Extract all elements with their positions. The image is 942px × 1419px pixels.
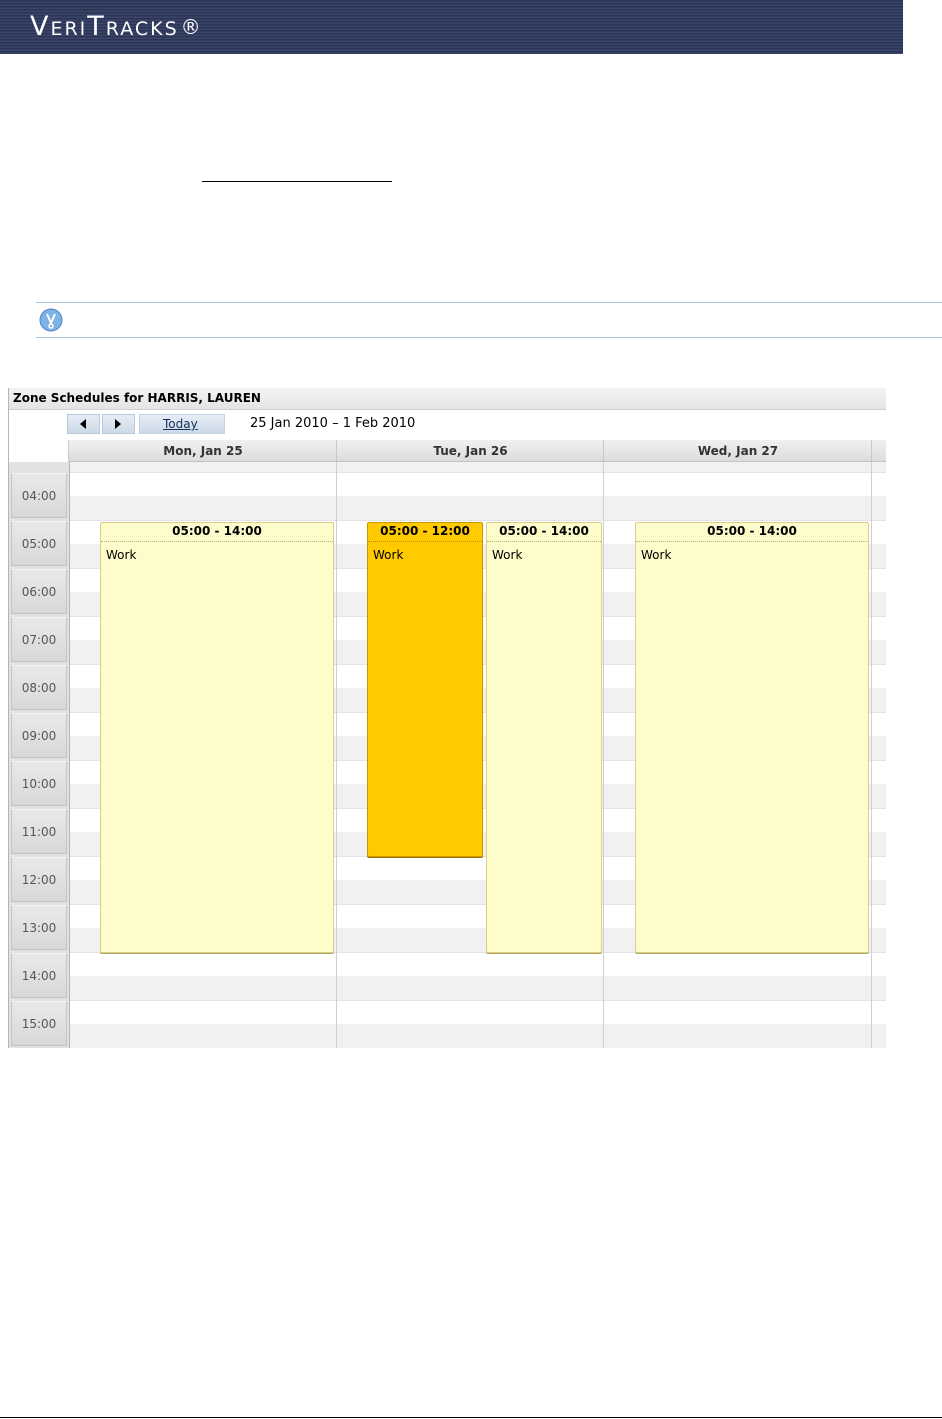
brand-logo: VeriTracks ® — [30, 10, 203, 44]
note-box — [36, 302, 942, 338]
hour-row-upper — [70, 1000, 886, 1024]
day-divider — [871, 462, 872, 1048]
day-header-tue[interactable]: Tue, Jan 26 — [336, 440, 604, 462]
time-label: 12:00 — [11, 857, 67, 902]
triangle-left-icon — [80, 419, 86, 429]
time-label: 04:00 — [11, 473, 67, 518]
event-time: 05:00 - 14:00 — [487, 523, 601, 542]
event-mon-work[interactable]: 05:00 - 14:00 Work — [100, 522, 334, 953]
triangle-right-icon — [115, 419, 121, 429]
time-label: 15:00 — [11, 1001, 67, 1046]
hour-row-lower — [70, 496, 886, 520]
day-header-mon[interactable]: Mon, Jan 25 — [68, 440, 337, 462]
hour-row-lower — [70, 976, 886, 1000]
calendar-toolbar: Today 25 Jan 2010 – 1 Feb 2010 — [9, 411, 886, 439]
event-time: 05:00 - 14:00 — [636, 523, 868, 542]
calendar-panel: Zone Schedules for HARRIS, LAUREN Today … — [8, 388, 886, 1048]
time-label: 14:00 — [11, 953, 67, 998]
time-label: 09:00 — [11, 713, 67, 758]
day-header-row: Mon, Jan 25 Tue, Jan 26 Wed, Jan 27 — [9, 440, 886, 462]
event-tue-work[interactable]: 05:00 - 14:00 Work — [486, 522, 602, 953]
time-label: 07:00 — [11, 617, 67, 662]
day-divider — [336, 462, 337, 1048]
time-column: 04:00 05:00 06:00 07:00 08:00 09:00 10:00 11:00… — [9, 462, 70, 1048]
page-footer-rule — [0, 1417, 942, 1418]
event-tue-work-selected[interactable]: 05:00 - 12:00 Work — [367, 522, 483, 857]
app-banner: VeriTracks ® — [0, 0, 903, 54]
underline-divider — [202, 181, 392, 182]
day-header-next-partial — [871, 440, 886, 462]
brand-name: VeriTracks — [30, 11, 179, 42]
hour-row-partial — [70, 462, 886, 472]
time-label: 11:00 — [11, 809, 67, 854]
hour-row-upper — [70, 472, 886, 496]
time-label: 13:00 — [11, 905, 67, 950]
event-wed-work[interactable]: 05:00 - 14:00 Work — [635, 522, 869, 953]
panel-title: Zone Schedules for HARRIS, LAUREN — [9, 388, 886, 410]
event-label: Work — [641, 548, 672, 562]
time-label: 08:00 — [11, 665, 67, 710]
registered-mark: ® — [180, 15, 203, 39]
event-label: Work — [492, 548, 523, 562]
time-label: 05:00 — [11, 521, 67, 566]
lightbulb-icon — [39, 308, 63, 332]
next-week-button[interactable] — [102, 414, 135, 434]
hour-row-lower — [70, 1024, 886, 1048]
event-time: 05:00 - 14:00 — [101, 523, 333, 542]
day-divider — [603, 462, 604, 1048]
hour-row-upper — [70, 952, 886, 976]
event-label: Work — [106, 548, 137, 562]
event-time: 05:00 - 12:00 — [368, 523, 482, 542]
hour-line — [70, 520, 886, 521]
calendar-grid[interactable]: 04:00 05:00 06:00 07:00 08:00 09:00 10:00 11:00… — [9, 462, 886, 1048]
hour-line — [70, 1000, 886, 1001]
time-label: 06:00 — [11, 569, 67, 614]
time-label: 10:00 — [11, 761, 67, 806]
day-header-wed[interactable]: Wed, Jan 27 — [603, 440, 872, 462]
date-range-label: 25 Jan 2010 – 1 Feb 2010 — [250, 416, 416, 431]
today-button[interactable]: Today — [139, 414, 225, 434]
event-label: Work — [373, 548, 404, 562]
hour-line — [70, 472, 886, 473]
prev-week-button[interactable] — [67, 414, 100, 434]
